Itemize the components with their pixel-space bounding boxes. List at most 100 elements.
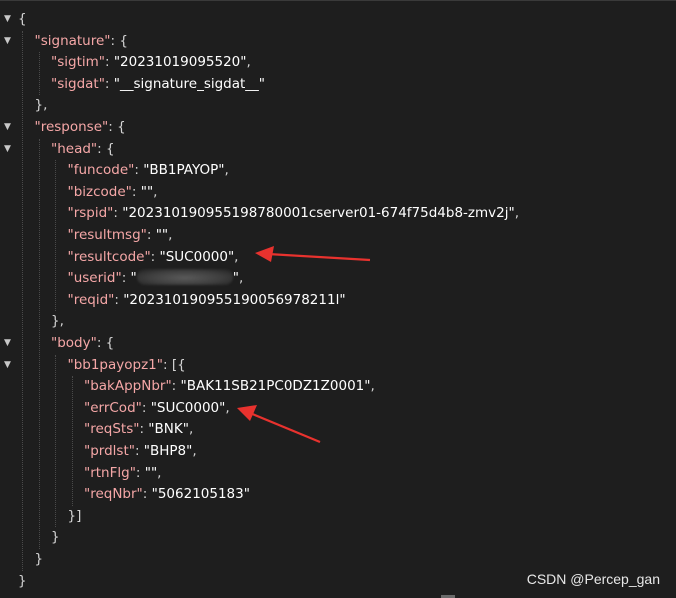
json-separator: : (131, 183, 141, 200)
json-line-content: }, (35, 95, 48, 116)
json-separator: : [{ (162, 356, 186, 373)
json-line-content: "rspid": "202310190955198780001cserver01… (68, 203, 520, 224)
json-value: "BHP8" (143, 443, 193, 459)
json-line-content: "userid": " ", (67, 268, 244, 289)
json-brace: } (18, 572, 27, 589)
json-key: "rtnFlg" (84, 464, 136, 481)
watermark: CSDN @Percep_gan (526, 571, 660, 587)
json-line: "resultcode": "SUC0000", (0, 247, 676, 268)
json-value: "202310190955198780001cserver01-674f75d4… (122, 205, 515, 222)
json-line: } (0, 549, 676, 570)
json-line: "prdlst": "BHP8", (0, 441, 676, 462)
json-line: "reqSts": "BNK", (0, 419, 676, 440)
json-line-content: "signature": { (35, 31, 128, 52)
json-key: "signature" (34, 32, 111, 49)
json-key: "sigtim" (51, 54, 105, 71)
json-value: " (130, 270, 137, 287)
json-brace: }, (34, 97, 48, 114)
json-line: }] (0, 506, 676, 527)
json-comma: , (188, 421, 194, 438)
json-key: "reqSts" (84, 421, 140, 438)
json-value: "202310190955190056978211l" (123, 291, 346, 308)
json-separator: : (135, 464, 145, 481)
json-line-content: { (18, 9, 27, 30)
json-line: "rspid": "202310190955198780001cserver01… (0, 203, 676, 224)
json-line-content: }] (68, 506, 82, 527)
json-line-content: "reqNbr": "5062105183" (84, 484, 250, 505)
redacted-blur (136, 268, 233, 285)
caret-down-icon[interactable]: ▼ (4, 139, 14, 160)
json-separator: : (113, 205, 123, 222)
json-separator: : (134, 443, 144, 459)
caret-down-icon[interactable]: ▼ (4, 9, 14, 30)
json-brace: { (18, 11, 27, 27)
json-separator: : (104, 54, 114, 71)
json-line-content: "sigdat": "__signature_sigdat__" (51, 74, 265, 95)
json-separator: : { (108, 119, 126, 135)
json-brace: }, (51, 313, 64, 330)
json-separator: : (142, 486, 152, 503)
json-line-content: "reqSts": "BNK", (84, 419, 193, 440)
json-line-content: } (18, 571, 27, 592)
json-brace: }] (67, 507, 82, 524)
json-key: "rspid" (67, 205, 114, 222)
json-line-content: }, (51, 311, 64, 332)
json-key: "prdlst" (84, 443, 135, 459)
json-key: "bb1payopz1" (67, 356, 163, 373)
json-line: "bakAppNbr": "BAK11SB21PC0DZ1Z0001", (0, 376, 676, 397)
json-comma: , (514, 205, 519, 222)
json-separator: : { (110, 32, 128, 49)
json-key: "bakAppNbr" (84, 378, 172, 395)
json-key: "userid" (67, 270, 122, 287)
json-line: }, (0, 311, 676, 332)
json-value: "SUC0000" (159, 248, 235, 265)
json-key: "errCod" (84, 399, 142, 416)
json-line-content: "resultcode": "SUC0000", (68, 247, 239, 268)
json-key: "response" (34, 119, 109, 135)
json-line: "resultmsg": "", (0, 225, 676, 246)
json-line-content: "prdlst": "BHP8", (84, 441, 197, 462)
json-comma: , (224, 162, 229, 179)
json-brace: } (51, 529, 60, 546)
json-line-content: "bizcode": "", (68, 182, 158, 203)
json-key: "resultmsg" (67, 227, 147, 243)
json-line: ▼{ (0, 9, 676, 30)
json-line: "sigdat": "__signature_sigdat__" (0, 74, 676, 95)
json-value: "20231019095520" (113, 54, 247, 71)
json-value: "__signature_sigdat__" (113, 75, 266, 92)
json-line-content: } (51, 527, 60, 548)
json-line: ▼ "bb1payopz1": [{ (0, 355, 676, 376)
json-value: "BAK11SB21PC0DZ1Z0001" (180, 378, 371, 395)
json-line: ▼ "body": { (0, 333, 676, 354)
json-line: "bizcode": "", (0, 182, 676, 203)
json-value: "BNK" (148, 421, 189, 438)
json-comma: , (246, 54, 251, 71)
caret-down-icon[interactable]: ▼ (4, 117, 14, 138)
json-line: "sigtim": "20231019095520", (0, 52, 676, 73)
json-line-content: } (35, 549, 44, 570)
json-line-content: "rtnFlg": "", (84, 463, 161, 484)
json-separator: : (150, 248, 160, 265)
json-value: "" (140, 183, 154, 200)
json-comma: , (370, 378, 375, 395)
json-separator: : { (97, 140, 115, 157)
json-line-content: "sigtim": "20231019095520", (51, 52, 251, 73)
json-key: "reqNbr" (84, 486, 143, 503)
json-separator: : (121, 270, 131, 287)
json-key: "sigdat" (51, 75, 105, 92)
json-line: "reqid": "202310190955190056978211l" (0, 290, 676, 311)
caret-down-icon[interactable]: ▼ (4, 31, 14, 52)
caret-down-icon[interactable]: ▼ (4, 333, 14, 354)
json-key: "bizcode" (67, 183, 132, 200)
json-line-content: "reqid": "202310190955190056978211l" (68, 290, 346, 311)
json-comma: , (238, 270, 244, 287)
json-key: "head" (51, 140, 98, 157)
json-line-content: "response": { (35, 117, 126, 138)
json-separator: : (114, 291, 124, 308)
caret-down-icon[interactable]: ▼ (4, 355, 14, 376)
json-key: "funcode" (67, 162, 135, 179)
json-value: "" (155, 227, 169, 243)
json-separator: : (141, 399, 151, 416)
json-line: ▼ "signature": { (0, 31, 676, 52)
json-comma: , (153, 183, 158, 200)
